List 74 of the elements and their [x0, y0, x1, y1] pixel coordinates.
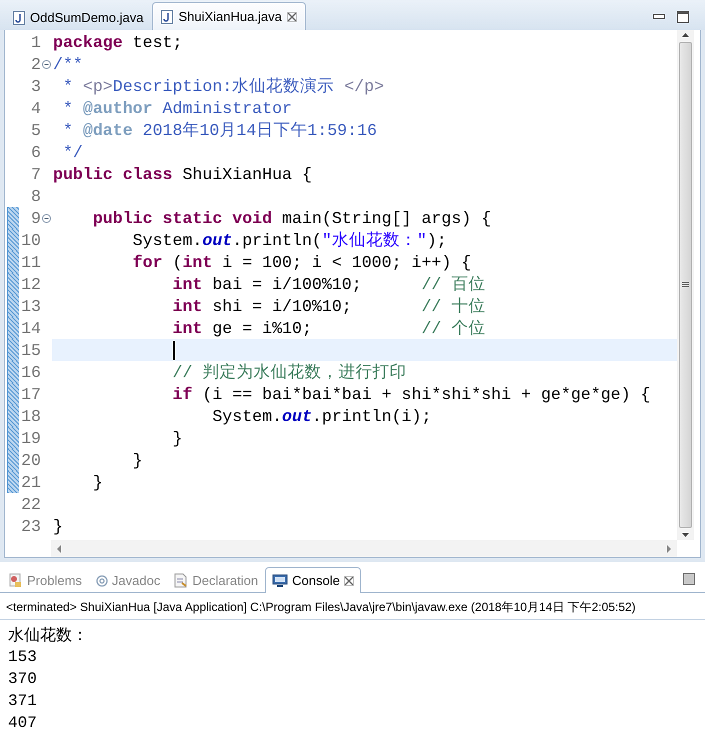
line-number: 21 [20, 472, 41, 492]
grip-icon [682, 282, 689, 288]
collapse-icon[interactable] [42, 214, 51, 222]
monitor-icon [272, 574, 288, 588]
code-line: } [92, 472, 104, 493]
line-number: 16 [20, 362, 41, 382]
java-file-icon [161, 10, 174, 24]
line-number: 18 [20, 406, 41, 426]
line-number: 5 [30, 120, 41, 140]
console-output-line: 水仙花数： [8, 626, 89, 646]
line-number: 6 [30, 142, 41, 162]
minimize-icon[interactable] [653, 14, 665, 20]
line-number: 1 [30, 32, 41, 52]
view-tab[interactable]: Javadoc [88, 568, 168, 592]
line-number: 13 [20, 296, 41, 316]
code-line: * @author Administrator [62, 98, 294, 119]
line-number: 7 [30, 164, 41, 184]
code-line: } [132, 450, 144, 471]
line-number: 20 [20, 450, 41, 470]
code-line: /** [52, 54, 84, 75]
editor-tab[interactable]: OddSumDemo.java [4, 4, 152, 30]
view-tab[interactable]: Declaration [167, 568, 266, 592]
code-line: * <p>Description:水仙花数演示 </p> [62, 76, 386, 97]
code-line: int bai = i/100%10; // 百位 [171, 274, 486, 295]
view-tab[interactable]: Problems [2, 568, 89, 592]
line-number: 19 [20, 428, 41, 448]
scroll-right-icon[interactable] [665, 544, 673, 554]
text-cursor [172, 340, 174, 360]
line-number: 10 [20, 230, 41, 250]
line-number: 17 [20, 384, 41, 404]
code-line: int ge = i%10; // 个位 [171, 318, 486, 339]
code-line: } [52, 516, 64, 537]
line-number: 8 [30, 186, 41, 206]
code-line: // 判定为水仙花数，进行打印 [171, 362, 408, 383]
code-line: System.out.println(i); [211, 406, 432, 427]
code-line: for (int i = 100; i < 1000; i++) { [132, 252, 472, 273]
code-line: System.out.println("水仙花数："); [132, 230, 448, 251]
line-number: 22 [20, 494, 41, 514]
java-file-icon [13, 10, 25, 24]
line-number: 4 [30, 98, 41, 118]
editor-tab[interactable]: ShuiXianHua.java [152, 2, 306, 30]
line-number: 2 [30, 54, 41, 74]
line-number: 3 [30, 76, 41, 96]
code-line: package test; [52, 32, 184, 53]
declaration-icon [174, 573, 188, 588]
line-number: 12 [20, 274, 41, 294]
scroll-thumb[interactable] [679, 42, 692, 528]
code-line: public static void main(String[] args) { [92, 208, 492, 229]
maximize-icon[interactable] [677, 11, 689, 23]
scroll-left-icon[interactable] [55, 544, 63, 554]
problems-icon [9, 573, 23, 588]
code-line: } [171, 428, 184, 449]
line-number: 15 [20, 340, 41, 360]
vertical-scrollbar[interactable] [677, 30, 694, 540]
close-icon[interactable] [344, 576, 354, 586]
code-line: public class ShuiXianHua { [52, 164, 313, 185]
line-number: 14 [20, 318, 41, 338]
console-header: <terminated> ShuiXianHua [Java Application] C:\Program Files\Java\jre7\bin\javaw.exe (2018年10月14日 下午2:05:52) [0, 593, 705, 620]
at-sign-icon [96, 574, 108, 586]
console-output-line: 370 [8, 669, 38, 690]
console-output-line: 153 [8, 647, 38, 668]
close-icon[interactable] [286, 12, 297, 22]
view-tab[interactable]: Console [265, 567, 361, 593]
console-output-line: 407 [8, 713, 38, 734]
code-line: * @date 2018年10月14日下午1:59:16 [62, 120, 378, 141]
code-line: */ [62, 142, 84, 163]
collapse-icon[interactable] [42, 60, 51, 68]
code-line: int shi = i/10%10; // 十位 [171, 296, 486, 317]
console-output-line: 371 [8, 691, 38, 712]
horizontal-scrollbar[interactable] [51, 540, 677, 557]
line-number: 9 [30, 208, 41, 228]
line-number: 23 [20, 516, 41, 536]
line-number: 11 [20, 252, 41, 272]
code-line: if (i == bai*bai*bai + shi*shi*shi + ge*ge*ge) { [171, 384, 652, 405]
